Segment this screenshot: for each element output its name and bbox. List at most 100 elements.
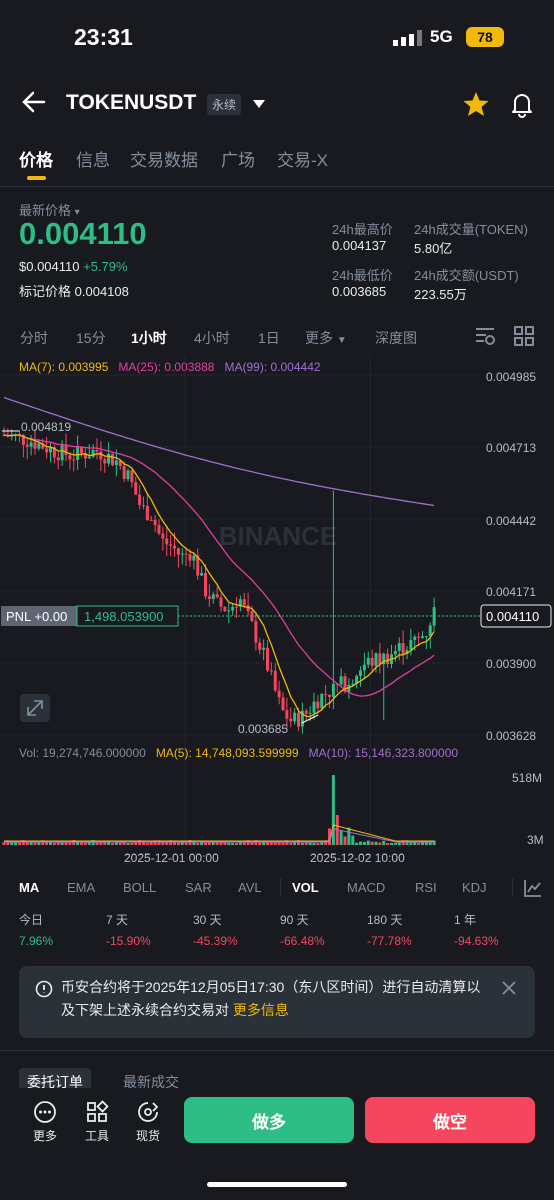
indicator-macd[interactable]: MACD [347,880,385,895]
close-icon[interactable] [501,980,517,996]
bell-icon[interactable] [508,90,536,118]
volume-bar [52,842,56,845]
candle-body [145,506,149,520]
spot-button[interactable]: 现货 [133,1100,163,1144]
indicator-boll[interactable]: BOLL [123,880,156,895]
candle-body [192,555,196,561]
interval-more[interactable]: 更多 ▼ [305,328,347,348]
candle-body [25,444,29,447]
candle-body [424,635,428,637]
candle-body [173,545,176,549]
volume-bar [331,775,335,845]
symbol-title[interactable]: TOKENUSDT [66,91,196,115]
volume-bar [126,842,130,845]
perf-value-30d: -45.39% [193,934,238,948]
more-info-link[interactable]: 更多信息 [233,1002,289,1018]
interval-15m[interactable]: 15分 [76,328,106,348]
interval-1d[interactable]: 1日 [258,328,280,348]
candle-body [262,647,266,650]
tab-trade-x[interactable]: 交易-X [277,146,328,171]
candle-body [359,670,362,676]
candlestick-chart[interactable]: BINANCE 0.004985 0.004713 0.004442 0.004… [0,355,554,855]
candle-body [308,712,312,714]
indicator-ma[interactable]: MA [19,880,39,895]
candle-body [138,494,142,506]
volume-tick: 518M [512,771,542,785]
interval-4h[interactable]: 4小时 [194,328,230,348]
interval-line[interactable]: 分时 [20,328,48,348]
indicator-avl[interactable]: AVL [238,880,262,895]
low-label: 24h最低价 [332,268,393,283]
volume-bar [29,842,33,845]
volume-bar [308,842,312,845]
candle-body [142,505,145,507]
candle-body [207,596,211,600]
tab-price[interactable]: 价格 [19,146,53,171]
volume-bar [417,842,421,845]
tab-info[interactable]: 信息 [76,146,110,171]
tab-square[interactable]: 广场 [221,146,255,171]
candle-body [339,676,343,685]
indicator-chart-icon[interactable] [523,878,543,898]
candle-body [95,449,99,452]
candle-body [397,643,401,651]
candle-body [153,519,157,526]
volume-bar [231,842,235,845]
indicator-rsi[interactable]: RSI [415,880,437,895]
short-button[interactable]: 做空 [365,1097,535,1143]
price-tick: 0.004171 [486,585,536,599]
high-value: 0.004137 [332,238,387,253]
perf-label-7d: 7 天 [106,913,129,927]
candle-body [304,710,308,714]
tab-trading-data[interactable]: 交易数据 [130,146,198,171]
volume-bar [351,835,355,845]
chart-settings-icon[interactable] [474,326,496,346]
candle-body [165,538,169,545]
candle-body [107,453,111,464]
candle-body [227,610,231,612]
more-button[interactable]: 更多 [30,1100,60,1144]
candle-body [134,482,138,495]
candle-body [320,694,324,709]
vol-ma5-value: MA(5): 14,748,093.599999 [155,746,299,760]
volume-bar [347,827,351,845]
volume-bar [386,842,390,845]
volume-bar [300,842,304,845]
home-indicator [207,1182,347,1187]
volume-bar [45,842,49,845]
perf-label-today: 今日 [19,913,44,927]
volume-bar [312,842,316,845]
perf-label-1y: 1 年 [454,913,477,927]
candle-body [428,625,432,636]
candle-body [254,621,258,643]
back-arrow-icon[interactable] [20,88,48,116]
candle-body [68,455,72,460]
candle-body [401,643,405,655]
candle-body [99,451,103,460]
volume-bar [111,842,114,845]
candle-body [149,519,153,521]
divider [0,1050,554,1051]
indicator-kdj[interactable]: KDJ [462,880,487,895]
favorite-star-icon[interactable] [462,90,490,118]
indicator-ema[interactable]: EMA [67,880,95,895]
more-icon [34,1101,56,1123]
layout-grid-icon[interactable] [514,326,534,346]
candle-body [324,694,328,696]
divider [280,878,281,896]
candle-body [242,599,246,606]
info-icon [35,980,53,998]
candle-body [87,456,91,459]
depth-chart-tab[interactable]: 深度图 [375,328,417,348]
caret-down-icon[interactable] [252,97,266,111]
indicator-vol[interactable]: VOL [292,880,319,895]
tools-button[interactable]: 工具 [82,1100,112,1144]
vol-token-value: 5.80亿 [414,241,453,256]
volume-bar [235,842,238,845]
long-button[interactable]: 做多 [184,1097,354,1143]
indicator-sar[interactable]: SAR [185,880,212,895]
candle-body [188,554,192,561]
volume-bar [25,842,29,845]
candle-body [269,670,273,672]
interval-1h[interactable]: 1小时 [131,328,167,348]
